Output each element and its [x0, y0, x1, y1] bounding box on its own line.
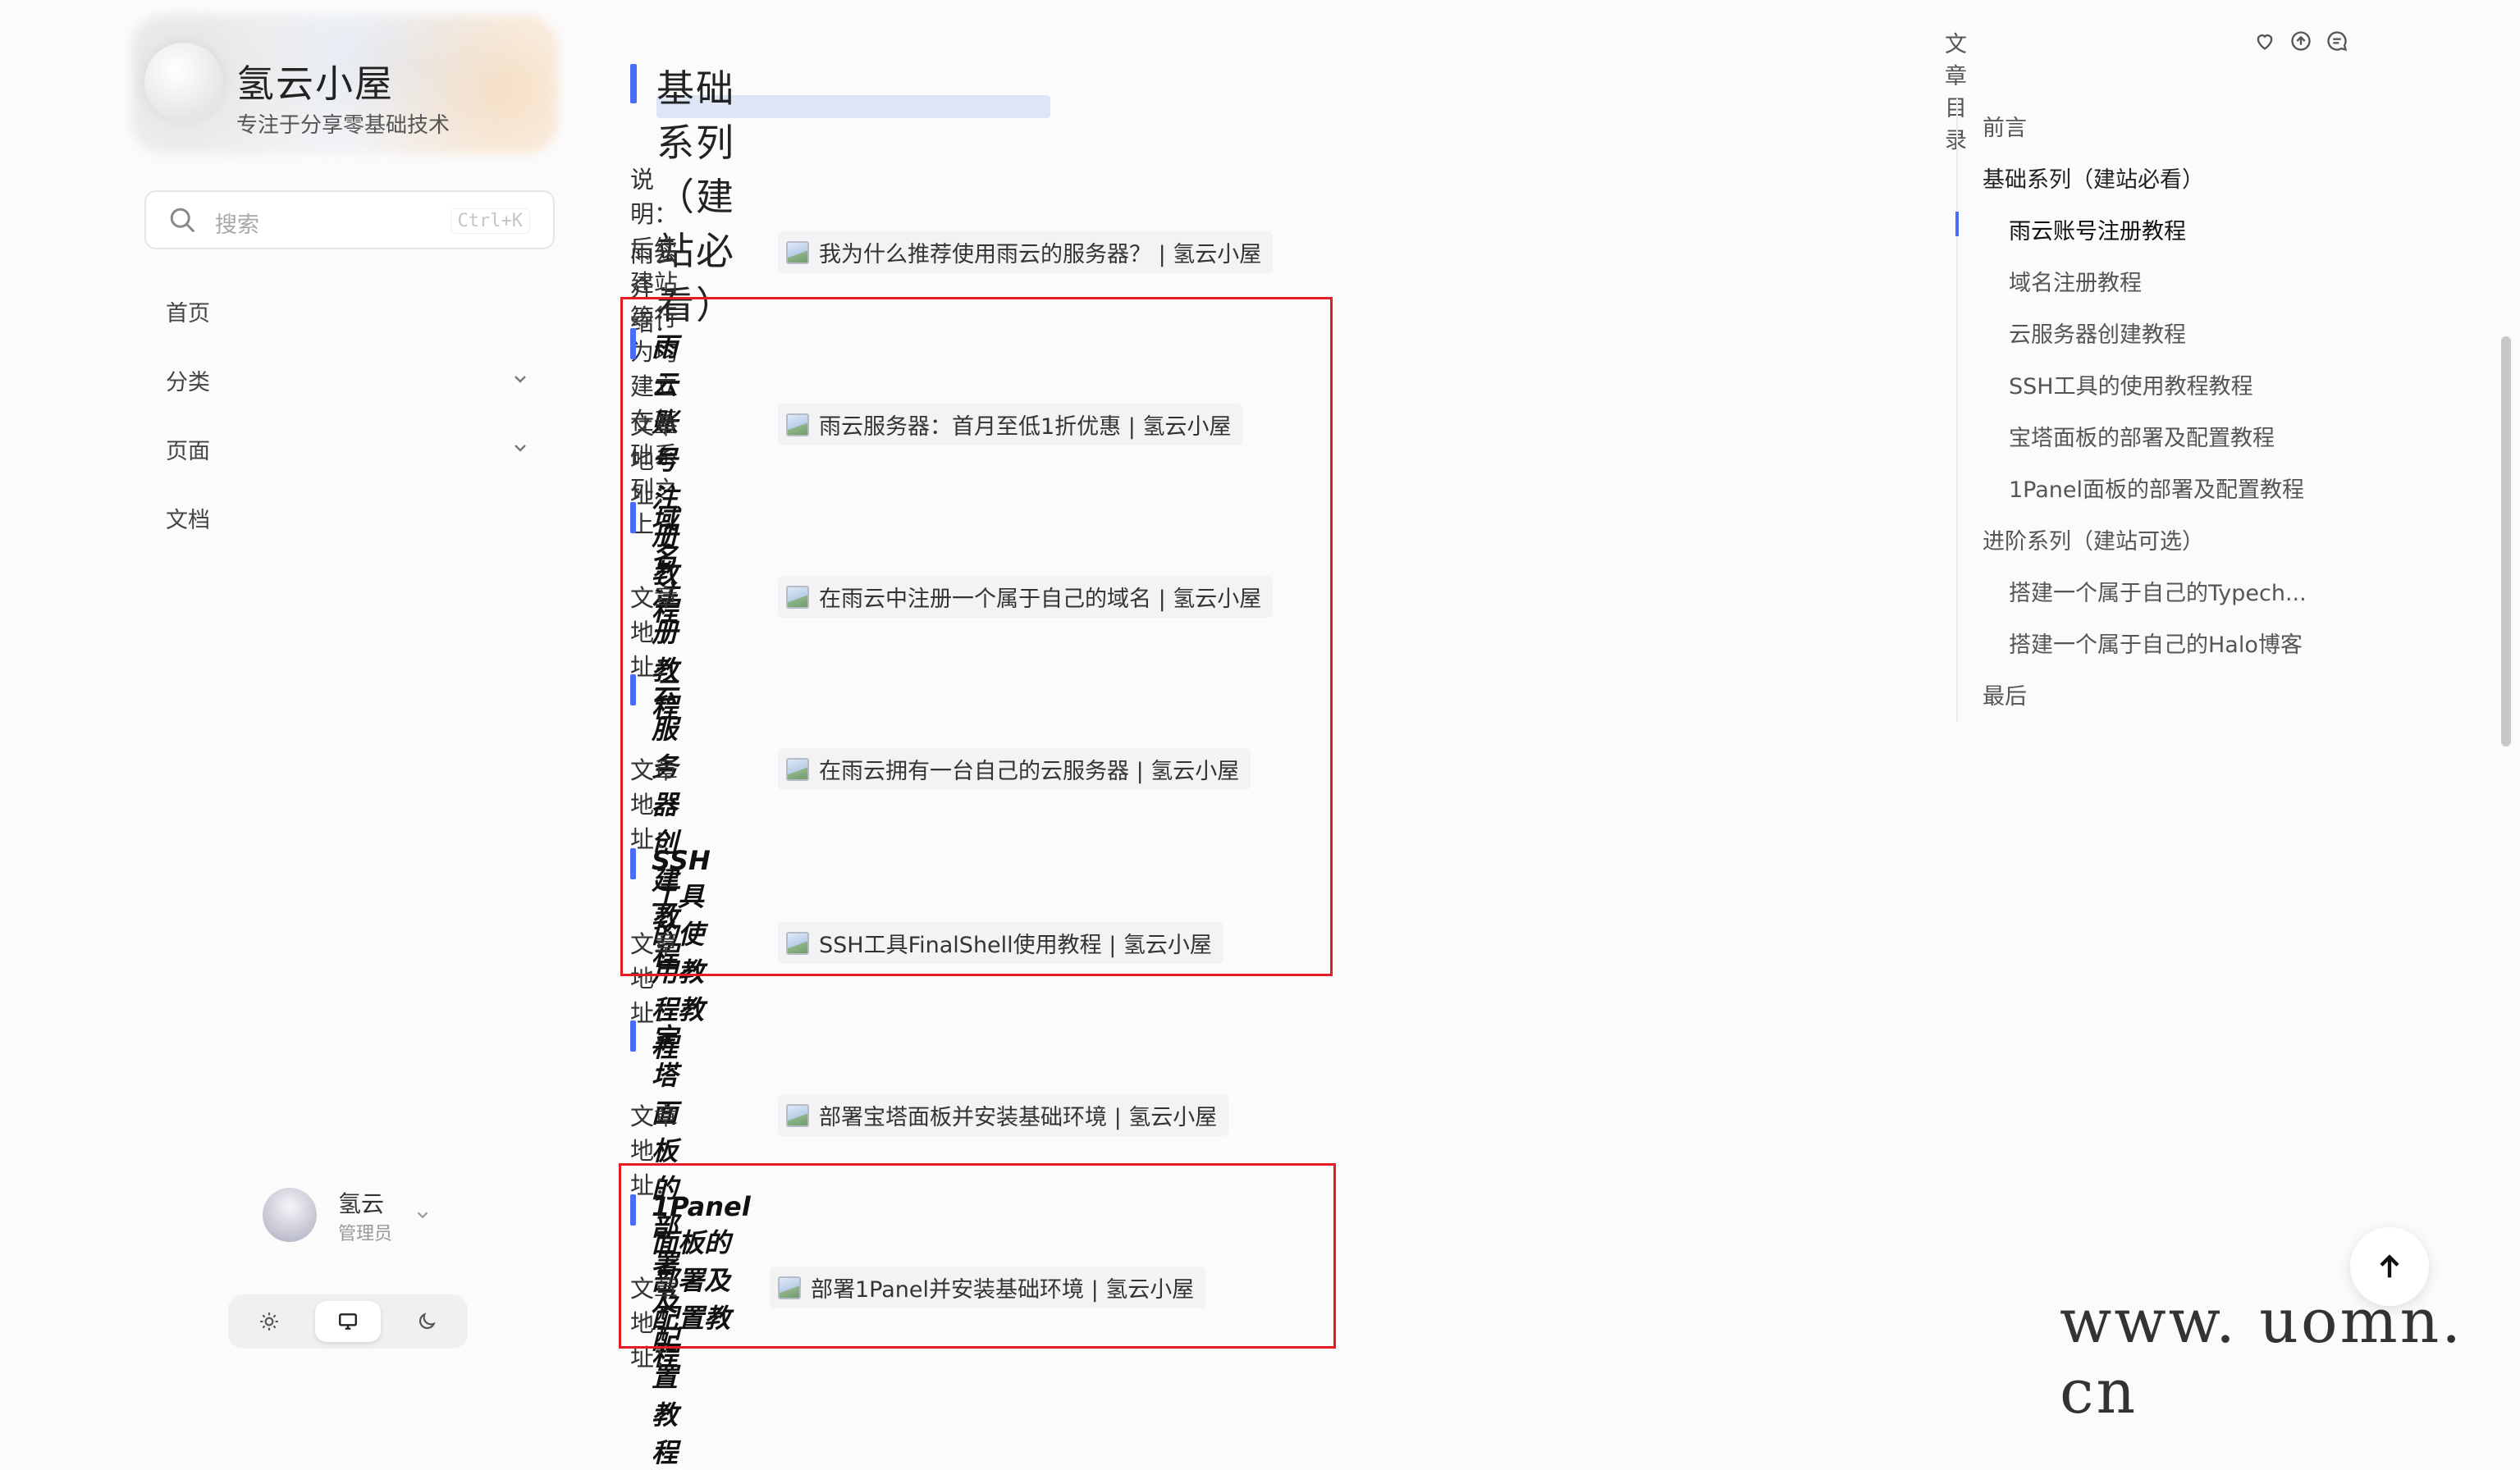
toc-item[interactable]: 1Panel面板的部署及配置教程 [2009, 472, 2304, 504]
title-accent-bar [630, 64, 637, 103]
theme-light-button[interactable] [236, 1301, 302, 1342]
sun-icon [260, 1312, 278, 1331]
nav-item-label: 分类 [166, 370, 210, 395]
section-accent-bar [630, 1020, 636, 1052]
nav-item-label: 页面 [166, 439, 210, 464]
theme-system-button[interactable] [315, 1301, 381, 1342]
theme-dark-button[interactable] [394, 1301, 460, 1342]
nav-item-docs[interactable]: 文档 [144, 491, 551, 543]
link-text: 我为什么推荐使用雨云的服务器？ | 氢云小屋 [819, 242, 1262, 267]
toc-item[interactable]: 搭建一个属于自己的Typech... [2009, 575, 2307, 607]
toc-item[interactable]: 搭建一个属于自己的Halo博客 [2009, 627, 2303, 659]
chevron-down-icon [417, 1212, 428, 1219]
highlight-box [619, 1163, 1336, 1349]
toc-item[interactable]: 宝塔面板的部署及配置教程 [2009, 420, 2275, 452]
watermark: www. uomn. cn [2060, 1286, 2463, 1427]
nav-item-label: 文档 [166, 508, 210, 533]
site-title[interactable]: 氢云小屋 [236, 54, 394, 108]
search-placeholder: 搜索 [215, 212, 259, 238]
article-link[interactable]: 部署宝塔面板并安装基础环境 | 氢云小屋 [778, 1094, 1229, 1136]
toc-item[interactable]: 基础系列（建站必看） [1983, 162, 2204, 194]
toc-item[interactable]: 前言 [1983, 110, 2027, 142]
avatar [263, 1188, 317, 1242]
toc-item-active[interactable]: 雨云账号注册教程 [2009, 213, 2186, 245]
moon-icon [418, 1312, 436, 1330]
nav-item-home[interactable]: 首页 [144, 284, 551, 336]
arrow-up-circle-icon[interactable] [2289, 30, 2312, 52]
user-role: 管理员 [338, 1224, 393, 1244]
scrollbar-thumb[interactable] [2501, 336, 2511, 746]
toc-item[interactable]: 云服务器创建教程 [2009, 317, 2186, 349]
image-icon [786, 1103, 809, 1127]
intro-link[interactable]: 我为什么推荐使用雨云的服务器？ | 氢云小屋 [778, 231, 1274, 273]
search-icon [170, 208, 195, 233]
highlight-box [620, 297, 1333, 976]
sidebar: 氢云小屋 专注于分享零基础技术 搜索 Ctrl+K 首页 分类 页面 文档 氢云… [0, 0, 591, 1376]
monitor-icon [339, 1313, 357, 1330]
chevron-down-icon [515, 376, 526, 383]
site-subtitle: 专注于分享零基础技术 [236, 113, 450, 138]
arrow-up-icon [2380, 1254, 2399, 1278]
chevron-down-icon [515, 445, 526, 452]
site-logo[interactable] [144, 43, 223, 121]
toc-active-indicator [1955, 212, 1959, 236]
search-shortcut: Ctrl+K [450, 208, 530, 234]
link-text: 部署宝塔面板并安装基础环境 | 氢云小屋 [819, 1105, 1218, 1130]
nav-item-label: 首页 [166, 301, 210, 326]
toc-item[interactable]: 域名注册教程 [2009, 265, 2142, 297]
user-name: 氢云 [338, 1190, 385, 1217]
theme-switcher [228, 1294, 468, 1349]
user-menu[interactable]: 氢云 管理员 [263, 1181, 443, 1247]
comment-icon[interactable] [2326, 30, 2348, 52]
toc-item[interactable]: 最后 [1983, 678, 2027, 710]
toc-item[interactable]: 进阶系列（建站可选） [1983, 523, 2204, 555]
image-icon [786, 240, 809, 264]
toc-track [1956, 98, 1958, 722]
toc-item[interactable]: SSH工具的使用教程教程 [2009, 368, 2253, 400]
nav-item-categories[interactable]: 分类 [144, 353, 551, 405]
heart-icon[interactable] [2253, 30, 2276, 52]
nav-item-pages[interactable]: 页面 [144, 422, 551, 474]
search-input[interactable]: 搜索 Ctrl+K [144, 190, 555, 249]
